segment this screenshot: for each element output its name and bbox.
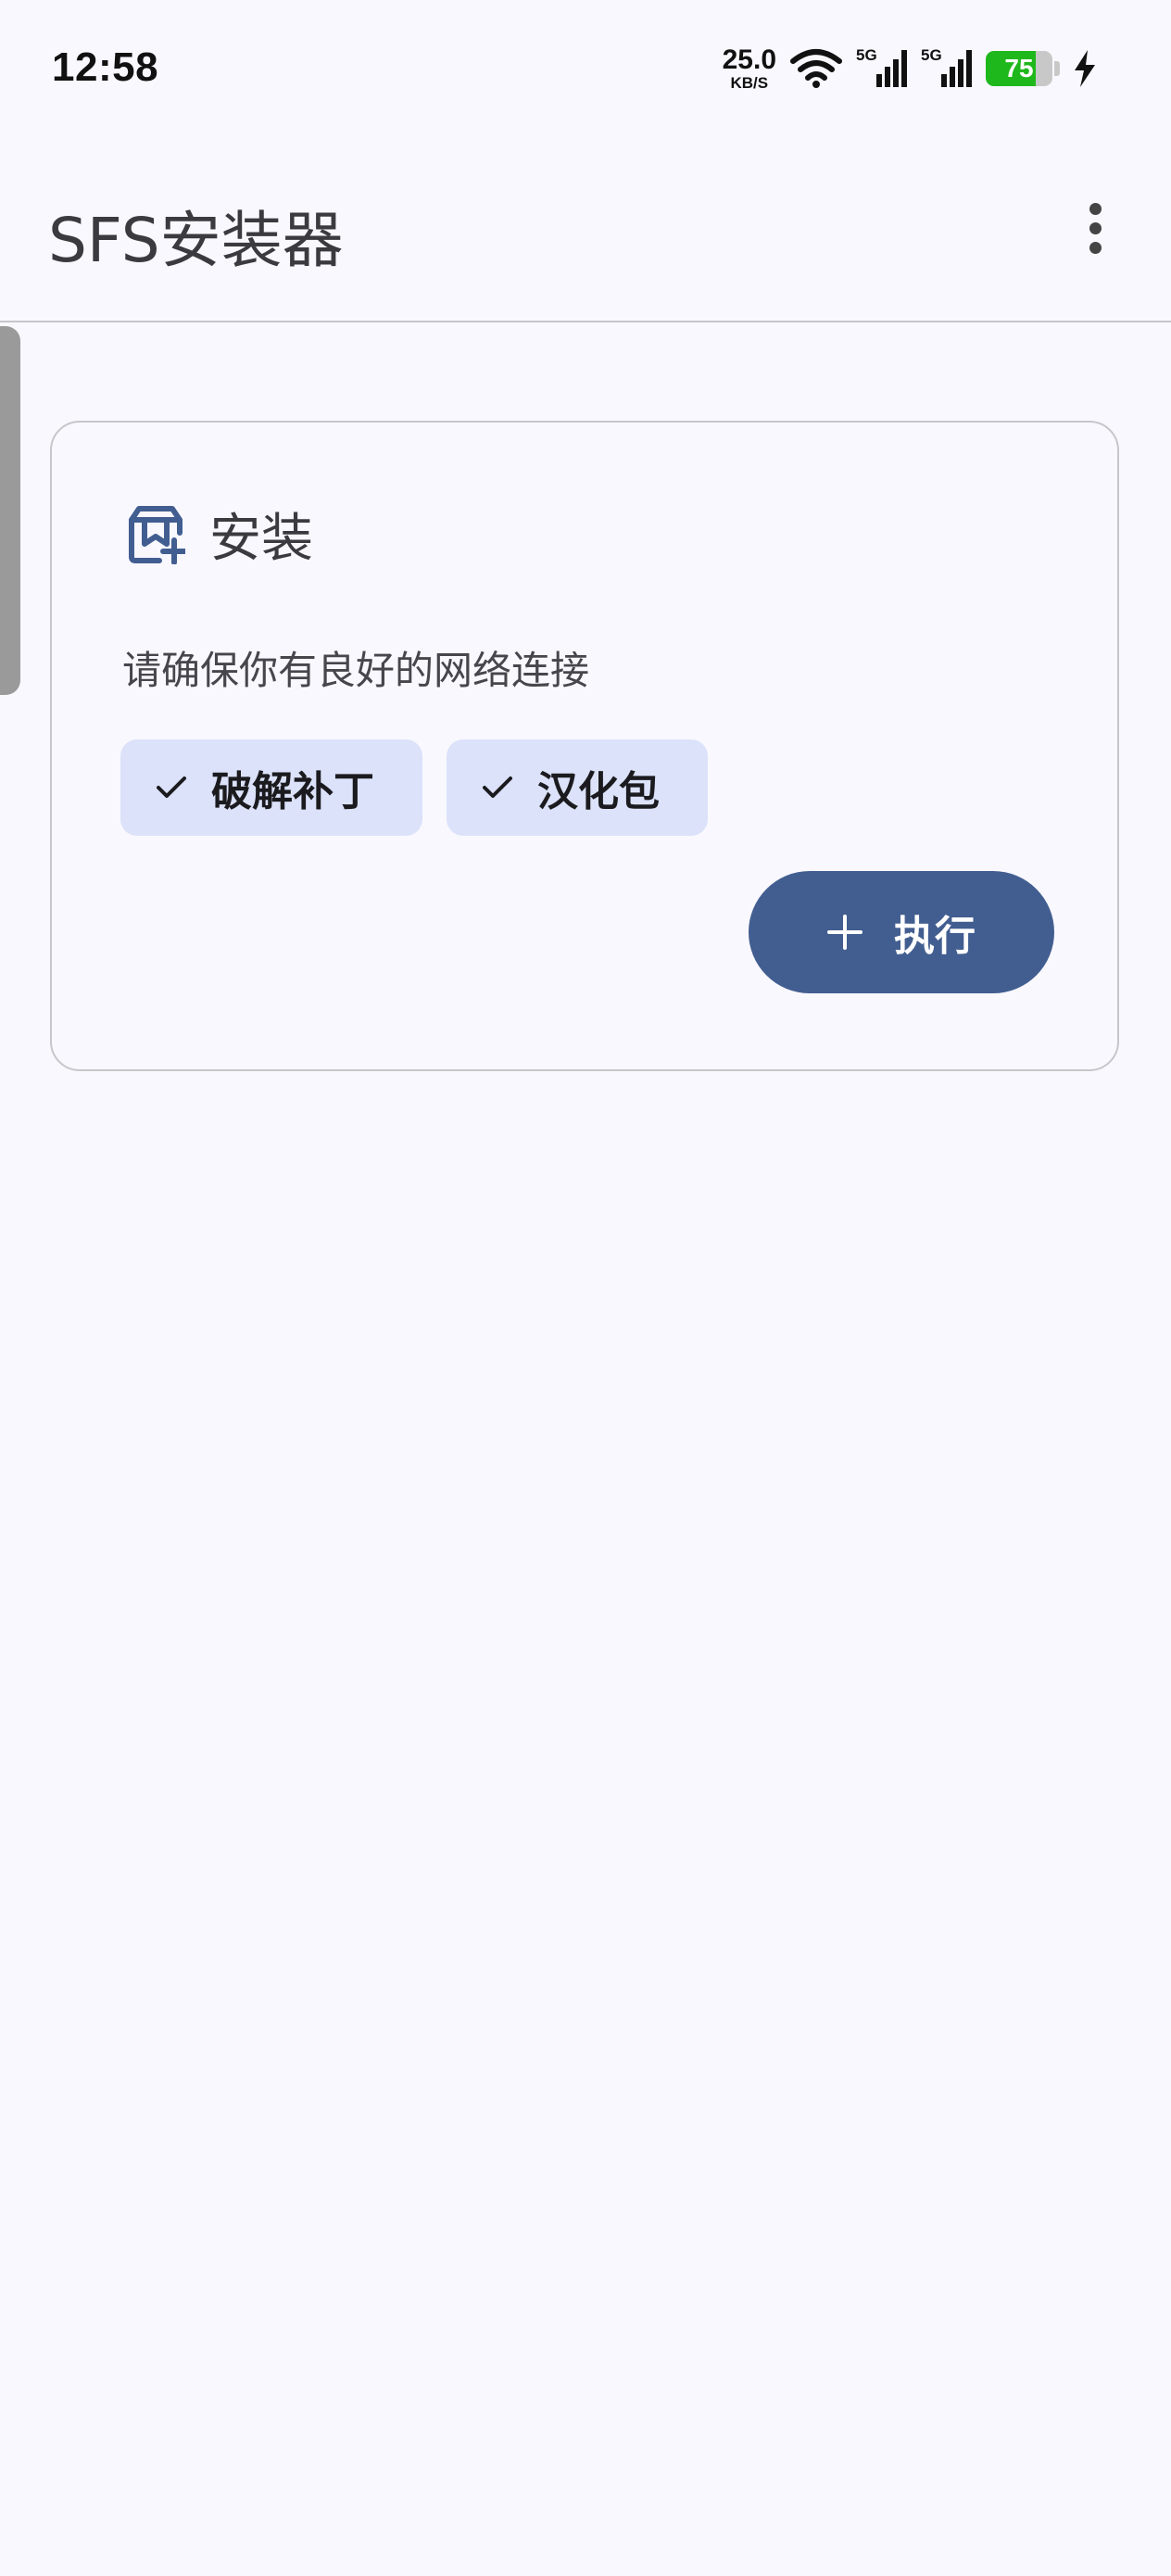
chip-chinese-pack[interactable]: 汉化包	[447, 739, 708, 836]
signal-icon: 5G	[856, 46, 908, 91]
battery-icon: 75	[986, 51, 1052, 86]
check-icon	[157, 777, 186, 798]
option-chips: 破解补丁 汉化包	[120, 739, 708, 836]
card-header: 安装	[126, 497, 313, 572]
network-speed-value: 25.0	[722, 44, 776, 75]
more-vert-icon	[1089, 202, 1102, 254]
check-icon	[483, 777, 512, 798]
app-title: SFS安装器	[48, 205, 344, 276]
status-icons: 25.0 KB/S 5G 5G 75	[723, 44, 1097, 93]
status-bar: 12:58 25.0 KB/S 5G 5G 75	[0, 0, 1171, 139]
chip-label: 汉化包	[537, 768, 660, 815]
app-bar: SFS安装器	[0, 139, 1171, 322]
status-time: 12:58	[52, 44, 159, 90]
edge-panel-handle[interactable]	[0, 326, 20, 695]
install-card: 安装 请确保你有良好的网络连接 破解补丁 汉化包 执行	[50, 421, 1119, 1071]
more-options-button[interactable]	[1060, 193, 1130, 263]
chip-crack-patch[interactable]: 破解补丁	[120, 739, 422, 836]
plus-icon	[827, 915, 863, 950]
execute-button-label: 执行	[894, 913, 976, 960]
signal-icon: 5G	[921, 46, 973, 91]
chip-label: 破解补丁	[211, 768, 374, 815]
battery-nub	[1054, 61, 1060, 76]
install-package-icon	[129, 505, 185, 564]
card-description: 请确保你有良好的网络连接	[122, 648, 590, 693]
wifi-icon	[790, 49, 842, 88]
battery-level: 75	[1004, 54, 1034, 82]
card-title: 安装	[209, 509, 313, 569]
network-speed-unit: KB/S	[730, 74, 769, 92]
charging-bolt-icon	[1075, 50, 1095, 87]
network-speed: 25.0 KB/S	[722, 44, 776, 92]
execute-button[interactable]: 执行	[749, 871, 1054, 993]
